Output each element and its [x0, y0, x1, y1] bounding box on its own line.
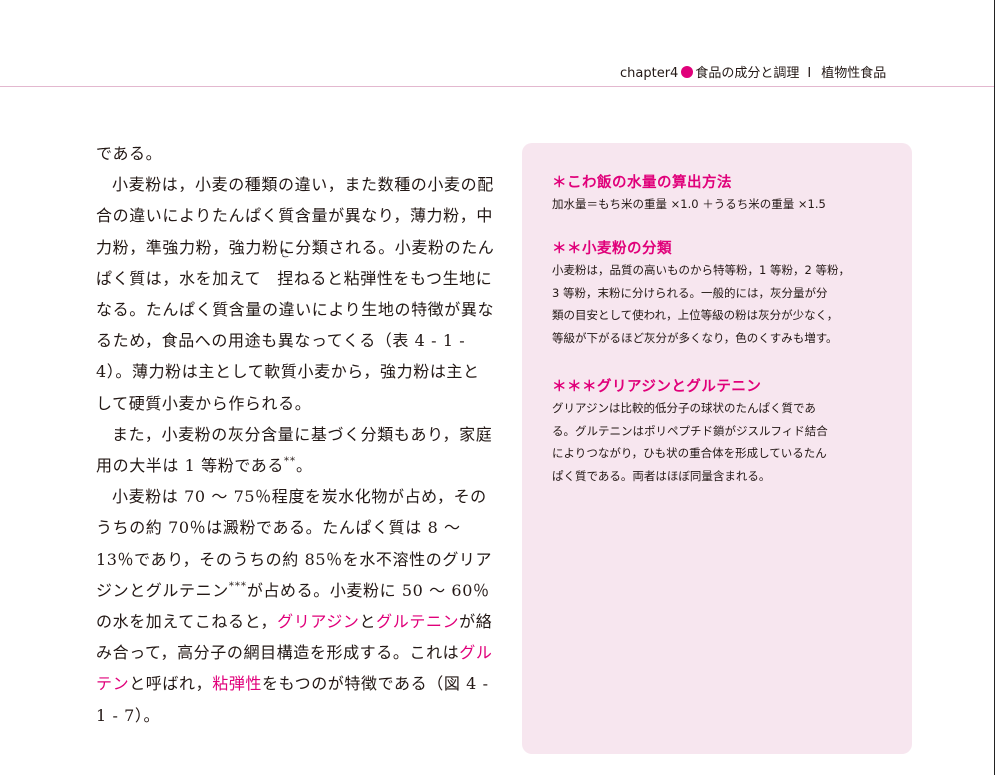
keyword-gliadin: グリアジン — [277, 612, 360, 632]
text-run: と呼ばれ， — [129, 674, 213, 694]
note-gliadin-glutenin: ＊＊＊グリアジンとグルテニン グリアジンは比較的低分子の球状のたんぱく質であ る… — [552, 377, 892, 487]
ruby-kanji: こ捏 — [261, 250, 294, 294]
note-title: ＊こわ飯の水量の算出方法 — [552, 175, 732, 191]
note-line: によりつながり，ひも状の重合体を形成しているたん — [552, 446, 827, 460]
text-run: ねると粘弾性をもつ生地になる。たんぱく質含量の違いにより生地の特徴が異なるため，… — [96, 268, 495, 413]
paragraph-composition: 小麦粉は 70 ～ 75％程度を炭水化物が占め，そのうちの約 70％は澱粉である… — [96, 481, 496, 731]
paragraph-ash-classification: また，小麦粉の灰分含量に基づく分類もあり，家庭用の大半は 1 等粉である**。 — [96, 419, 496, 481]
note-line: 加水量＝もち米の重量 ×1.0 ＋うるち米の重量 ×1.5 — [552, 197, 826, 211]
footnote-ref: *** — [228, 580, 247, 592]
note-line: る。グルテニンはポリペプチド鎖がジスルフィド結合 — [552, 423, 828, 438]
note-line: 3 等粉，末粉に分けられる。一般的には，灰分量が分 — [552, 285, 828, 300]
page-frame-edge — [994, 0, 995, 775]
header-rule — [0, 86, 994, 87]
note-flour-classification: ＊＊小麦粉の分類 小麦粉は，品質の高いものから特等粉，1 等粉，2 等粉， 3 … — [552, 239, 892, 349]
note-line: 類の目安として使われ，上位等級の粉は灰分が少なく， — [552, 308, 839, 322]
bullet-dot-icon — [681, 66, 694, 78]
keyword-glutenin: グルテニン — [376, 612, 460, 632]
ruby-base: 捏 — [277, 268, 294, 288]
running-header: chapter4 食品の成分と調理 Ⅰ 植物性食品 — [620, 64, 886, 84]
header-part-number: Ⅰ — [807, 66, 812, 81]
header-section: 食品の成分と調理 — [695, 66, 800, 81]
ruby-reading: こ — [280, 249, 291, 260]
keyword-viscoelasticity: 粘弾性 — [212, 674, 263, 694]
paragraph-intro: である。 — [96, 138, 496, 169]
note-line: 小麦粉は，品質の高いものから特等粉，1 等粉，2 等粉， — [552, 263, 850, 277]
main-text-column: である。 小麦粉は，小麦の種類の違い，また数種の小麦の配合の違いによりたんぱく質… — [96, 138, 496, 731]
text-run: である。 — [96, 144, 163, 163]
note-body: 加水量＝もち米の重量 ×1.0 ＋うるち米の重量 ×1.5 — [552, 193, 892, 216]
note-body: グリアジンは比較的低分子の球状のたんぱく質であ る。グルテニンはポリペプチド鎖が… — [552, 397, 892, 487]
note-kowameshi-water: ＊こわ飯の水量の算出方法 加水量＝もち米の重量 ×1.0 ＋うるち米の重量 ×1… — [552, 173, 892, 216]
header-part-title: 植物性食品 — [821, 66, 887, 81]
note-line: グリアジンは比較的低分子の球状のたんぱく質であ — [552, 401, 816, 415]
footnote-sidebar: ＊こわ飯の水量の算出方法 加水量＝もち米の重量 ×1.0 ＋うるち米の重量 ×1… — [522, 143, 912, 754]
note-body: 小麦粉は，品質の高いものから特等粉，1 等粉，2 等粉， 3 等粉，末粉に分けら… — [552, 259, 892, 349]
text-run: 。 — [296, 456, 313, 476]
header-chapter: chapter4 — [620, 66, 679, 81]
text-run: と — [359, 612, 377, 632]
note-title: ＊＊小麦粉の分類 — [552, 241, 672, 257]
text-run: また，小麦粉の灰分含量に基づく分類もあり，家庭用の大半は 1 等粉である — [96, 424, 493, 476]
footnote-ref: ** — [284, 456, 296, 468]
note-line: ぱく質である。両者はほぼ同量含まれる。 — [552, 468, 771, 483]
note-line: 等級が下がるほど灰分が多くなり，色のくすみも増す。 — [552, 330, 838, 345]
paragraph-flour-types: 小麦粉は，小麦の種類の違い，また数種の小麦の配合の違いによりたんぱく質含量が異な… — [96, 169, 496, 419]
note-title: ＊＊＊グリアジンとグルテニン — [552, 379, 762, 395]
